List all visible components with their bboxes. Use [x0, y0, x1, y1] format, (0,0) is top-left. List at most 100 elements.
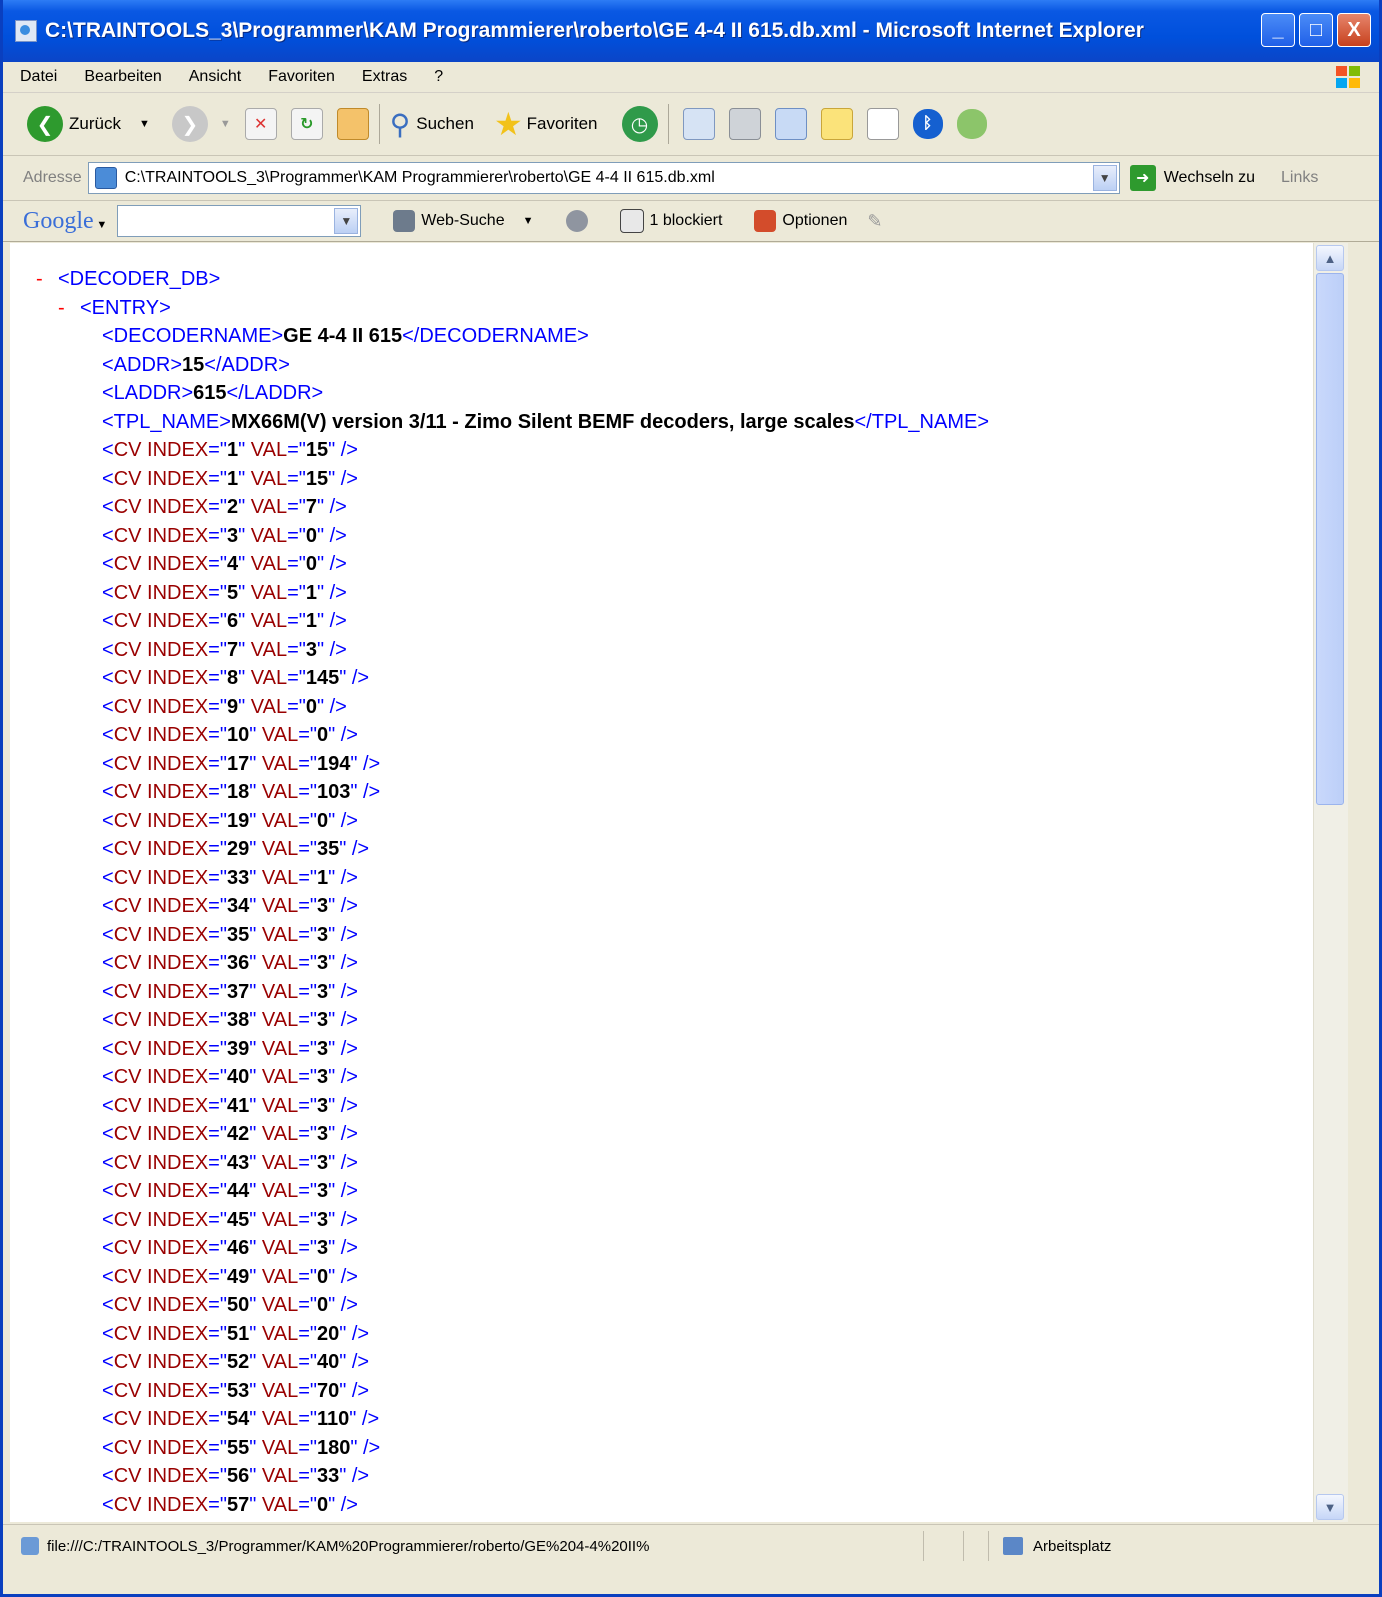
xml-markup: VAL	[256, 1037, 299, 1060]
title-bar[interactable]: C:\TRAINTOOLS_3\Programmer\KAM Programmi…	[3, 0, 1379, 62]
xml-markup: VAL	[256, 980, 299, 1003]
xml-markup: <	[102, 980, 114, 1003]
chevron-down-icon[interactable]: ▼	[220, 118, 231, 130]
xml-markup: ="	[208, 895, 227, 917]
notes-icon[interactable]	[820, 108, 853, 140]
close-button[interactable]: X	[1337, 13, 1371, 47]
print-icon[interactable]	[728, 108, 761, 140]
google-search-input[interactable]: ▼	[117, 205, 362, 237]
cv-index-value: 41	[226, 1094, 250, 1117]
chevron-down-icon[interactable]: ▼	[523, 215, 534, 227]
bluetooth-icon[interactable]: ᛒ	[912, 109, 943, 139]
cv-index-value: 9	[226, 695, 239, 718]
xml-markup: ="	[208, 1493, 227, 1516]
popup-blocker-button[interactable]: 1 blockiert	[619, 209, 722, 233]
xml-markup: " />	[339, 1322, 370, 1345]
web-search-button[interactable]: Web-Suche ▼	[393, 210, 534, 232]
xml-markup: VAL	[256, 1294, 299, 1316]
cv-index-value: 35	[226, 923, 250, 946]
menu-datei[interactable]: Datei	[20, 68, 57, 86]
collapse-toggle[interactable]: -	[58, 294, 80, 323]
xml-markup: ="	[298, 1465, 317, 1487]
xml-markup: " />	[350, 781, 381, 803]
xml-markup: ="	[298, 1123, 317, 1145]
chevron-down-icon[interactable]: ▼	[1092, 165, 1117, 191]
cv-row: <CV INDEX="57" VAL="0" />	[10, 1491, 1313, 1520]
xml-markup: ="	[298, 1009, 317, 1031]
xml-markup: " />	[328, 1037, 358, 1060]
xml-markup: INDEX	[141, 610, 209, 632]
back-button[interactable]: ❮ Zurück ▼	[27, 106, 150, 142]
cv-val-value: 3	[316, 923, 329, 946]
scroll-up-button[interactable]: ▲	[1316, 245, 1344, 271]
google-logo[interactable]: Google ▼	[23, 208, 107, 235]
xml-markup: CV	[113, 1493, 142, 1516]
collapse-toggle[interactable]: -	[36, 265, 58, 294]
menu-help[interactable]: ?	[434, 68, 443, 86]
home-icon[interactable]	[336, 108, 369, 140]
xml-markup: INDEX	[141, 439, 209, 461]
xml-markup: INDEX	[141, 952, 209, 974]
xml-markup: " />	[316, 581, 347, 604]
cv-val-value: 3	[316, 1180, 329, 1202]
pagerank-icon[interactable]	[565, 210, 588, 232]
vertical-scrollbar[interactable]: ▲ ▼	[1313, 243, 1348, 1522]
xml-value: MX66M(V) version 3/11 - Zimo Silent BEMF…	[230, 410, 855, 433]
xml-markup: ="	[298, 895, 317, 917]
xml-markup: CV	[113, 866, 142, 889]
search-button[interactable]: ⚲ Suchen	[390, 108, 474, 141]
cv-index-value: 43	[226, 1151, 250, 1174]
edit-icon[interactable]	[774, 108, 807, 140]
xml-markup: CV	[113, 610, 142, 632]
xml-markup: ="	[298, 1237, 317, 1259]
links-button[interactable]: Links	[1281, 169, 1318, 187]
xml-viewer[interactable]: - <DECODER_DB> - <ENTRY> <DECODERNAME>GE 4…	[10, 243, 1313, 1522]
cv-row: <CV INDEX="1" VAL="15" />	[10, 465, 1313, 494]
address-input[interactable]: C:\TRAINTOOLS_3\Programmer\KAM Programmi…	[87, 162, 1120, 194]
xml-markup: ="	[208, 724, 227, 746]
cv-row: <CV INDEX="51" VAL="20" />	[10, 1320, 1313, 1349]
xml-markup: <	[102, 1294, 114, 1316]
history-icon[interactable]: ◷	[621, 106, 658, 142]
xml-markup: ="	[208, 923, 227, 946]
forward-button[interactable]: ❯ ▼	[171, 106, 231, 142]
popup-blocker-icon	[619, 209, 644, 233]
refresh-icon[interactable]: ↻	[290, 108, 323, 140]
chevron-down-icon[interactable]: ▼	[334, 208, 359, 234]
xml-markup: INDEX	[141, 695, 209, 718]
status-bar: file:///C:/TRAINTOOLS_3/Programmer/KAM%2…	[3, 1524, 1379, 1567]
mail-icon[interactable]	[682, 108, 715, 140]
chevron-down-icon[interactable]: ▼	[139, 118, 150, 130]
xml-markup: VAL	[256, 1208, 299, 1231]
messenger-icon[interactable]	[866, 108, 899, 140]
cv-index-value: 5	[226, 581, 239, 604]
xml-markup: VAL	[256, 1493, 299, 1516]
contacts-icon[interactable]	[956, 109, 987, 139]
xml-markup: <	[102, 695, 114, 718]
minimize-button[interactable]: _	[1261, 13, 1295, 47]
xml-markup: CV	[113, 638, 142, 661]
xml-markup: " />	[316, 524, 347, 547]
scroll-thumb[interactable]	[1316, 273, 1344, 805]
xml-markup: <	[102, 610, 114, 632]
stop-icon[interactable]: ✕	[244, 108, 277, 140]
cv-index-value: 3	[226, 524, 239, 547]
xml-markup: ="	[208, 838, 227, 860]
cv-row: <CV INDEX="41" VAL="3" />	[10, 1092, 1313, 1121]
pencil-icon[interactable]: ✎	[867, 211, 882, 232]
cv-row: <CV INDEX="43" VAL="3" />	[10, 1149, 1313, 1178]
maximize-button[interactable]: □	[1299, 13, 1333, 47]
menu-ansicht[interactable]: Ansicht	[189, 68, 241, 86]
options-button[interactable]: Optionen	[754, 210, 847, 232]
xml-markup: VAL	[245, 638, 288, 661]
scroll-down-button[interactable]: ▼	[1316, 1494, 1344, 1520]
menu-extras[interactable]: Extras	[362, 68, 407, 86]
menu-bearbeiten[interactable]: Bearbeiten	[84, 68, 161, 86]
xml-markup: CV	[113, 980, 142, 1003]
menu-favoriten[interactable]: Favoriten	[268, 68, 335, 86]
go-button[interactable]: ➜ Wechseln zu	[1129, 165, 1255, 191]
xml-markup: INDEX	[141, 724, 209, 746]
xml-tag-open: <LADDR>	[102, 382, 194, 404]
xml-markup: <	[102, 809, 114, 832]
favorites-button[interactable]: ★ Favoriten	[494, 105, 598, 143]
